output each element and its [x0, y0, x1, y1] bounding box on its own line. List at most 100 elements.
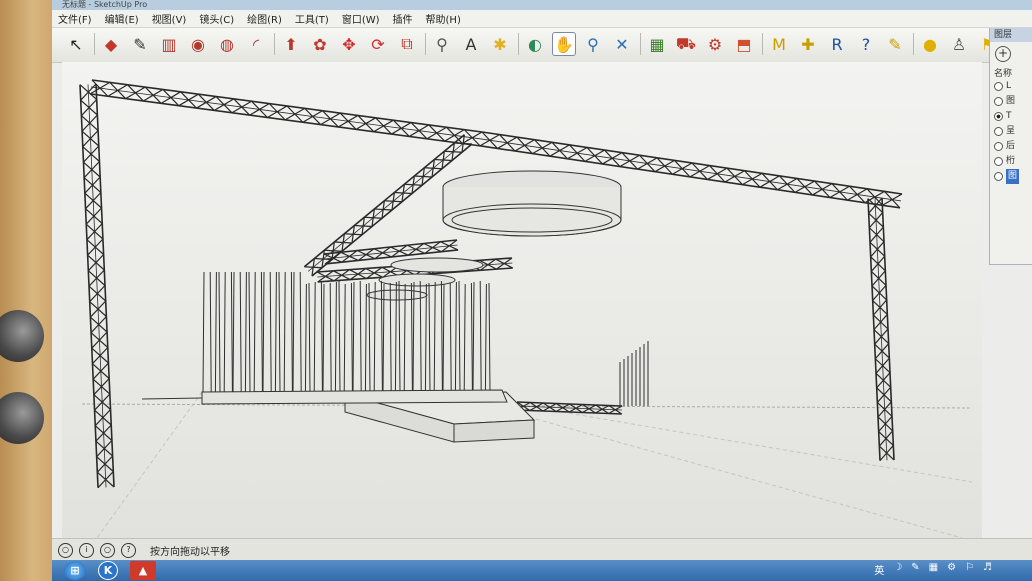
help-icon[interactable]: ? — [854, 32, 878, 56]
menu-item-6[interactable]: 窗口(W) — [342, 11, 380, 26]
text-tool-icon[interactable]: A — [459, 32, 483, 56]
window-title: 无标题 - SketchUp Pro — [62, 0, 148, 9]
tray-column-header: 名称 — [994, 69, 1013, 79]
tray-icon-0[interactable]: 英 — [874, 562, 884, 577]
tray-icon-2[interactable]: ✎ — [911, 562, 919, 577]
truss-sketch-model — [79, 79, 973, 539]
tray-icon-4[interactable]: ⚙ — [947, 562, 956, 577]
layer-row[interactable]: 图 — [990, 169, 1032, 184]
share-component-icon[interactable]: ⚙ — [703, 32, 727, 56]
tray-title: 图层 — [990, 28, 1032, 42]
layer-name: T — [1006, 111, 1012, 121]
pencil-tool-icon[interactable]: ✎ — [128, 32, 152, 56]
toolbar-separator — [518, 33, 519, 55]
rectangle-tool-icon[interactable]: ▥ — [157, 32, 181, 56]
layer-row[interactable]: 后 — [990, 139, 1032, 154]
menu-item-2[interactable]: 视图(V) — [152, 11, 187, 26]
pan-tool-icon[interactable]: ✋ — [552, 32, 576, 56]
plugin-m-icon[interactable]: M — [767, 32, 791, 56]
toolbar-separator — [640, 33, 641, 55]
eraser-tool-icon[interactable]: ◆ — [99, 32, 123, 56]
tape-measure-tool-icon[interactable]: ⚲ — [430, 32, 454, 56]
layer-row[interactable]: T — [990, 109, 1032, 124]
follow-me-tool-icon[interactable]: ✿ — [308, 32, 332, 56]
sign-in-icon[interactable]: ○ — [100, 542, 115, 558]
tray-icon-1[interactable]: ☽ — [893, 562, 902, 577]
layer-active-radio[interactable] — [994, 142, 1003, 151]
toolbar-separator — [762, 33, 763, 55]
layer-active-radio[interactable] — [994, 82, 1003, 91]
toolbar-separator — [425, 33, 426, 55]
zoom-extents-tool-icon[interactable]: ✕ — [610, 32, 634, 56]
app-k-icon[interactable]: K — [98, 561, 118, 580]
system-tray: 英 ☽ ✎ ▦ ⚙ ⚐ ♬ — [865, 562, 992, 577]
sketchup-taskbar-icon[interactable]: ▲ — [130, 561, 156, 580]
tray-icon-6[interactable]: ♬ — [983, 562, 992, 577]
menu-item-1[interactable]: 编辑(E) — [105, 11, 139, 26]
stage-platform — [141, 389, 536, 443]
start-button-icon[interactable]: ⊞ — [64, 561, 86, 580]
ceiling-ring — [366, 170, 622, 301]
monitor-screen: 无标题 - SketchUp Pro 文件(F) 编辑(E) 视图(V) 镜头(C) 绘… — [52, 0, 1032, 581]
window-title-bar: 无标题 - SketchUp Pro — [52, 0, 1032, 10]
arc-tool-icon[interactable]: ◜ — [244, 32, 268, 56]
zoom-tool-icon[interactable]: ⚲ — [581, 32, 605, 56]
layer-active-radio[interactable] — [994, 97, 1003, 106]
layer-row[interactable]: 桁 — [990, 154, 1032, 169]
toolbar-separator — [94, 33, 95, 55]
layer-name: 桁 — [1006, 156, 1016, 166]
windows-taskbar: ⊞ K ▲ 英 ☽ ✎ ▦ ⚙ ⚐ ♬ — [52, 560, 1032, 581]
credits-icon[interactable]: i — [79, 542, 94, 558]
circle-tool-icon[interactable]: ◉ — [186, 32, 210, 56]
geo-location-icon[interactable]: ○ — [58, 542, 73, 558]
menu-item-7[interactable]: 插件 — [393, 11, 413, 26]
menu-item-3[interactable]: 镜头(C) — [199, 11, 234, 26]
door-knob-bottom — [0, 392, 44, 444]
layer-active-radio[interactable] — [994, 112, 1003, 121]
paint-bucket-tool-icon[interactable]: ✱ — [488, 32, 512, 56]
status-text: 按方向拖动以平移 — [150, 546, 230, 558]
toolbar-separator — [274, 33, 275, 55]
layer-row[interactable]: 图 — [990, 94, 1032, 109]
layer-name: 后 — [1006, 141, 1016, 151]
layer-name: 图 — [1006, 96, 1016, 106]
get-models-icon[interactable]: ▦ — [645, 32, 669, 56]
toolbar: ↖ ◆ ✎ ▥ ◉ ◍ ◜ ⬆ ✿ ✥ ⟳ ⧉ ⚲ A ✱ ◐ ✋ ⚲ ✕ ▦ ⛟ ⚙ ⬒ M ✚ R? ✎ ● ♙ ⚑ — [52, 28, 1032, 63]
layer-name: L — [1006, 81, 1012, 91]
scale-tool-icon[interactable]: ⧉ — [395, 32, 419, 56]
toolbar-separator — [913, 33, 914, 55]
add-layer-icon[interactable]: + — [995, 46, 1011, 62]
orbit-tool-icon[interactable]: ◐ — [523, 32, 547, 56]
menu-item-8[interactable]: 帮助(H) — [426, 11, 461, 26]
layer-active-radio[interactable] — [994, 157, 1003, 166]
move-tool-icon[interactable]: ✥ — [337, 32, 361, 56]
menu-item-4[interactable]: 绘图(R) — [247, 11, 282, 26]
tray-icon-5[interactable]: ⚐ — [965, 562, 974, 577]
menu-item-0[interactable]: 文件(F) — [58, 11, 92, 26]
instructor-help-icon[interactable]: ? — [121, 542, 136, 558]
share-model-icon[interactable]: ⛟ — [674, 32, 698, 56]
menu-item-5[interactable]: 工具(T) — [295, 11, 329, 26]
curtain-backdrop — [202, 271, 649, 406]
user-icon[interactable]: ♙ — [947, 32, 971, 56]
plugin-r-icon[interactable]: R — [825, 32, 849, 56]
select-tool-icon[interactable]: ↖ — [64, 32, 88, 56]
plugin-location-icon[interactable]: ✚ — [796, 32, 820, 56]
sun-icon[interactable]: ● — [918, 32, 942, 56]
push-pull-tool-icon[interactable]: ⬆ — [279, 32, 303, 56]
drawing-viewport[interactable] — [62, 62, 982, 539]
extension-warehouse-icon[interactable]: ⬒ — [732, 32, 756, 56]
tag-icon[interactable]: ✎ — [883, 32, 907, 56]
layer-active-radio[interactable] — [994, 127, 1003, 136]
layer-active-radio[interactable] — [994, 172, 1003, 181]
rotate-tool-icon[interactable]: ⟳ — [366, 32, 390, 56]
layer-name: 图 — [1006, 169, 1020, 184]
layers-tray: 图层 + 名称 L图T呈后桁图 — [989, 28, 1032, 265]
layer-row[interactable]: L — [990, 79, 1032, 94]
door-knob-top — [0, 310, 44, 362]
layer-list: L图T呈后桁图 — [990, 79, 1032, 184]
polygon-tool-icon[interactable]: ◍ — [215, 32, 239, 56]
tray-icon-3[interactable]: ▦ — [929, 562, 938, 577]
status-bar: ○ i ○ ? 按方向拖动以平移 — [52, 538, 1032, 561]
layer-row[interactable]: 呈 — [990, 124, 1032, 139]
